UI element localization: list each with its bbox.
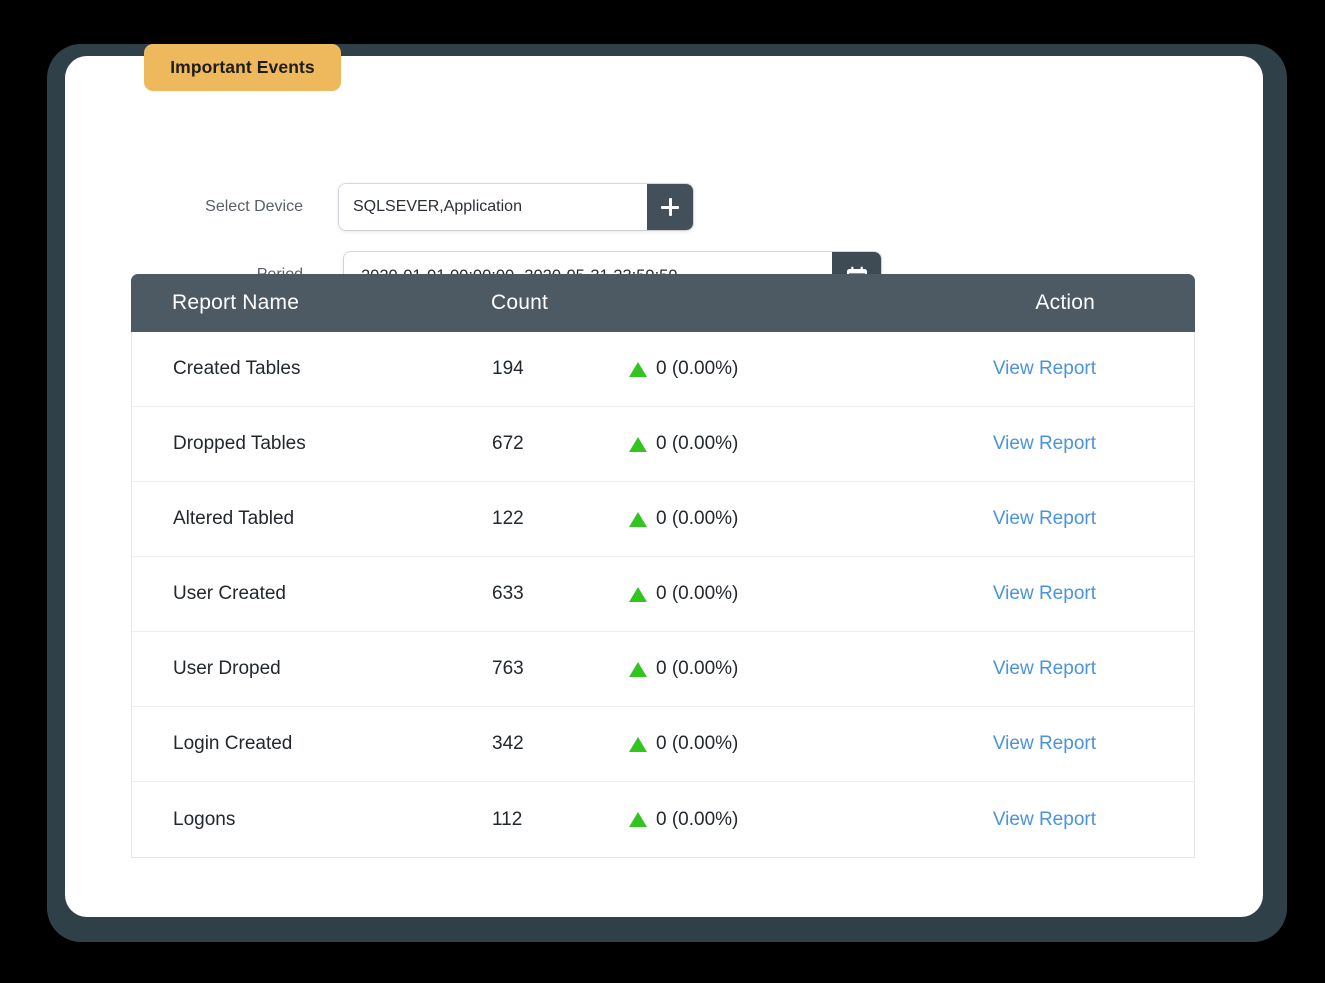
column-header-action: Action <box>1035 291 1095 314</box>
table-body: Created Tables 194 0 (0.00%) View Report Dro… <box>131 332 1195 858</box>
table-row: User Droped 763 0 (0.00%) View Report <box>132 632 1194 707</box>
table-row: Login Created 342 0 (0.00%) View Report <box>132 707 1194 782</box>
cell-report-name: Created Tables <box>173 358 301 379</box>
add-device-button[interactable] <box>647 184 693 230</box>
cell-report-name: User Created <box>173 583 286 604</box>
trend-up-icon <box>629 586 647 602</box>
cell-delta: 0 (0.00%) <box>629 809 973 831</box>
cell-delta-text: 0 (0.00%) <box>656 733 739 754</box>
table-row: User Created 633 0 (0.00%) View Report <box>132 557 1194 632</box>
trend-up-icon <box>629 436 647 452</box>
report-table: Report Name Count Action Created Tables 1… <box>131 274 1195 858</box>
table-row: Dropped Tables 672 0 (0.00%) View Report <box>132 407 1194 482</box>
view-report-link[interactable]: View Report <box>993 733 1096 754</box>
tab-important-events[interactable]: Important Events <box>144 44 341 91</box>
cell-action: View Report <box>973 358 1155 380</box>
cell-count: 342 <box>492 733 524 754</box>
plus-icon <box>661 198 679 216</box>
cell-count: 633 <box>492 583 524 604</box>
view-report-link[interactable]: View Report <box>993 433 1096 454</box>
select-device-label: Select Device <box>205 198 303 215</box>
view-report-link[interactable]: View Report <box>993 508 1096 529</box>
cell-delta-text: 0 (0.00%) <box>656 358 739 379</box>
trend-up-icon <box>629 812 647 827</box>
cell-delta-text: 0 (0.00%) <box>656 508 739 529</box>
cell-count: 194 <box>492 358 524 379</box>
cell-report-name: Login Created <box>173 733 293 754</box>
cell-delta: 0 (0.00%) <box>629 433 973 455</box>
cell-action: View Report <box>973 508 1155 530</box>
trend-up-icon <box>629 736 647 752</box>
trend-up-icon <box>629 361 647 377</box>
screen-root: Select Device SQLSEVER,Application Perio… <box>0 0 1325 983</box>
cell-report-name: Logons <box>173 808 236 830</box>
cell-delta: 0 (0.00%) <box>629 733 973 755</box>
cell-delta: 0 (0.00%) <box>629 358 973 380</box>
cell-delta-text: 0 (0.00%) <box>656 658 739 679</box>
column-header-report-name: Report Name <box>172 291 300 314</box>
table-row: Logons 112 0 (0.00%) View Report <box>132 782 1194 857</box>
table-row: Created Tables 194 0 (0.00%) View Report <box>132 332 1194 407</box>
cell-delta: 0 (0.00%) <box>629 508 973 530</box>
cell-delta-text: 0 (0.00%) <box>656 808 739 830</box>
cell-action: View Report <box>973 733 1155 755</box>
app-card: Select Device SQLSEVER,Application Perio… <box>65 56 1263 917</box>
column-header-count: Count <box>491 291 549 314</box>
cell-action: View Report <box>973 658 1155 680</box>
cell-report-name: Altered Tabled <box>173 508 295 529</box>
cell-report-name: User Droped <box>173 658 281 679</box>
table-header-row: Report Name Count Action <box>131 274 1195 332</box>
view-report-link[interactable]: View Report <box>993 583 1096 604</box>
view-report-link[interactable]: View Report <box>993 809 1096 830</box>
cell-action: View Report <box>973 809 1155 831</box>
cell-report-name: Dropped Tables <box>173 433 306 454</box>
view-report-link[interactable]: View Report <box>993 358 1096 379</box>
trend-up-icon <box>629 661 647 677</box>
cell-action: View Report <box>973 583 1155 605</box>
select-device-row: Select Device SQLSEVER,Application <box>65 178 1263 236</box>
select-device-input[interactable]: SQLSEVER,Application <box>339 184 647 230</box>
cell-action: View Report <box>973 433 1155 455</box>
cell-delta: 0 (0.00%) <box>629 658 973 680</box>
select-device-control[interactable]: SQLSEVER,Application <box>339 184 693 230</box>
cell-delta-text: 0 (0.00%) <box>656 583 739 604</box>
cell-count: 122 <box>492 508 524 529</box>
cell-count: 112 <box>492 808 523 830</box>
trend-up-icon <box>629 511 647 527</box>
cell-delta-text: 0 (0.00%) <box>656 433 739 454</box>
cell-delta: 0 (0.00%) <box>629 583 973 605</box>
cell-count: 672 <box>492 433 524 454</box>
table-row: Altered Tabled 122 0 (0.00%) View Report <box>132 482 1194 557</box>
view-report-link[interactable]: View Report <box>993 658 1096 679</box>
cell-count: 763 <box>492 658 524 679</box>
